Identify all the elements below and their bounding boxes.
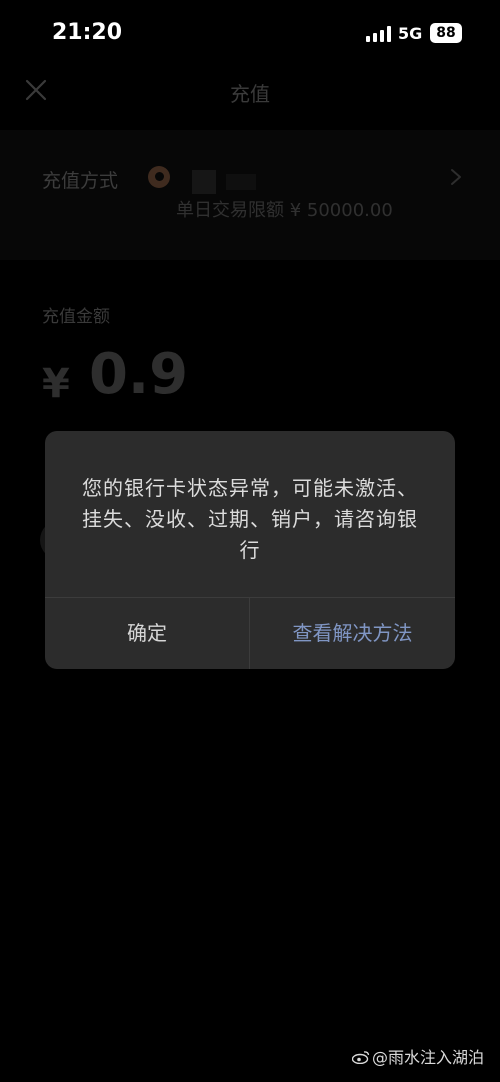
dialog-message: 您的银行卡状态异常，可能未激活、挂失、没收、过期、销户，请咨询银行 bbox=[82, 476, 418, 562]
currency-symbol: ¥ bbox=[42, 361, 70, 407]
chevron-right-icon bbox=[451, 169, 461, 185]
bank-limit-text: 单日交易限额 ¥ 50000.00 bbox=[176, 200, 393, 221]
payment-method-label: 充值方式 bbox=[42, 170, 119, 192]
amount-label: 充值金额 bbox=[42, 307, 110, 327]
watermark-text: @雨水注入湖泊 bbox=[371, 1048, 484, 1067]
payment-method-row[interactable]: 充值方式 单日交易限额 ¥ 50000.00 bbox=[0, 130, 500, 260]
view-solution-button[interactable]: 查看解决方法 bbox=[250, 598, 455, 669]
amount-value: 0.9 bbox=[88, 342, 189, 407]
confirm-button[interactable]: 确定 bbox=[45, 598, 249, 669]
watermark: @雨水注入湖泊 bbox=[351, 1044, 484, 1068]
amount-input[interactable]: ¥ 0.9 bbox=[42, 342, 188, 412]
redacted-bank-name bbox=[192, 170, 216, 194]
nav-bar: 充值 bbox=[0, 66, 500, 116]
redacted-bank-name-2 bbox=[226, 174, 256, 190]
alert-dialog: 您的银行卡状态异常，可能未激活、挂失、没收、过期、销户，请咨询银行 确定 查看解… bbox=[45, 431, 455, 669]
weibo-logo-icon bbox=[351, 1051, 370, 1064]
bank-logo-icon bbox=[148, 166, 170, 188]
page-title: 充值 bbox=[230, 82, 270, 106]
screen: 21:20 5G 88 充值 充值方式 单日交易限额 ¥ 50000.00 充值… bbox=[0, 0, 500, 1082]
